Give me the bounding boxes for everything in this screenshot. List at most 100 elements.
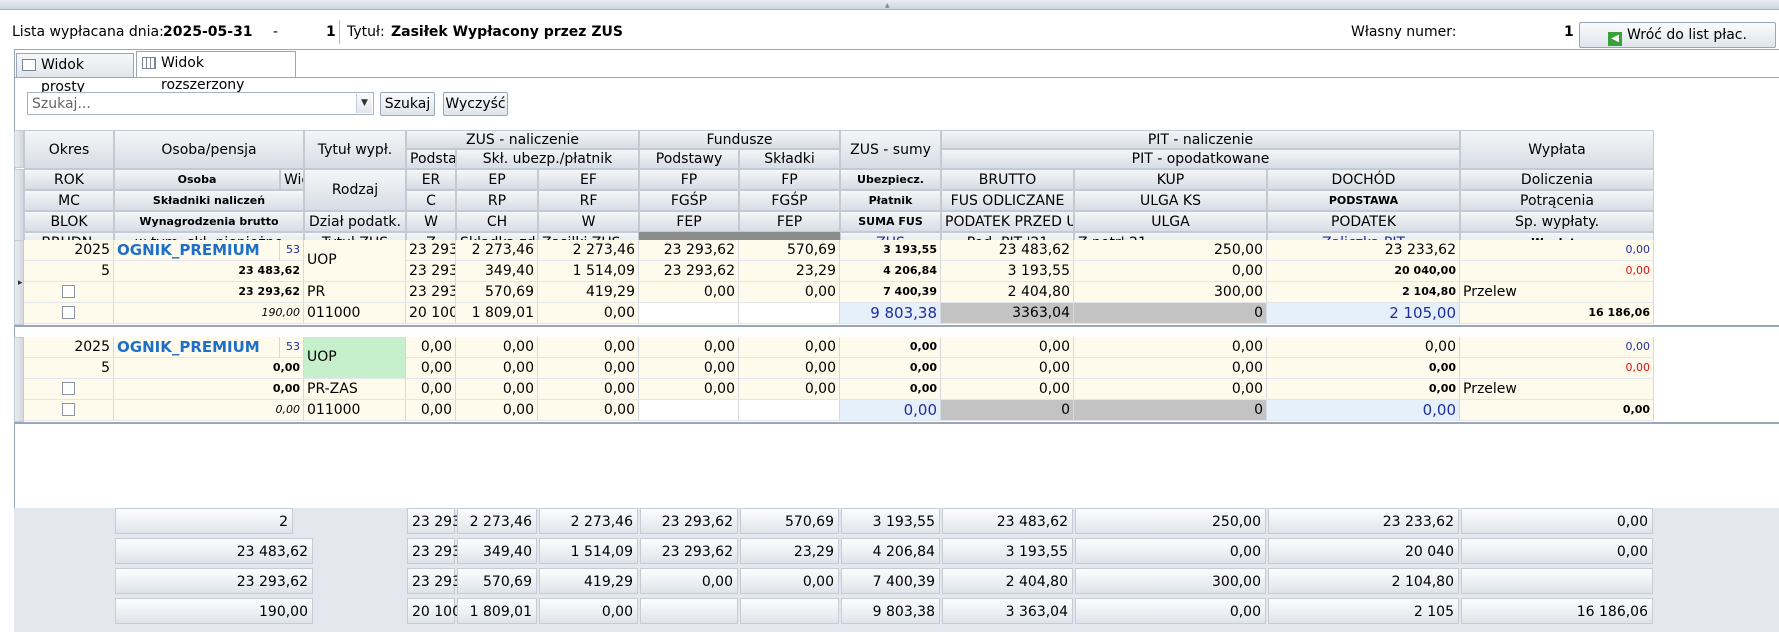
- col-wie[interactable]: Wie: [280, 169, 304, 190]
- col-wyplata[interactable]: Wypłata: [1460, 130, 1654, 169]
- col-okres[interactable]: Okres: [24, 130, 114, 169]
- value-cell: [739, 400, 840, 421]
- col-podstawy[interactable]: Podstawy: [406, 149, 456, 169]
- col-pit-naliczenie[interactable]: PIT - naliczenie: [941, 130, 1460, 149]
- col-ubezp[interactable]: Ubezpiecz.: [840, 169, 941, 190]
- person-number: 53: [280, 337, 304, 358]
- value-cell: 0,00: [1267, 400, 1460, 421]
- brudn-checkbox[interactable]: [24, 379, 114, 400]
- col-fep2[interactable]: FEP: [739, 211, 840, 232]
- col-osoba-pensja[interactable]: Osoba/pensja: [114, 130, 304, 169]
- value-cell: 0,00: [538, 379, 639, 400]
- brudn-checkbox[interactable]: [24, 282, 114, 303]
- brudn-checkbox[interactable]: [24, 400, 114, 421]
- col-tytul-wypl[interactable]: Tytuł wypł.: [304, 130, 406, 169]
- col-fp1[interactable]: FP: [639, 169, 739, 190]
- col-podstawa[interactable]: PODSTAWA: [1267, 190, 1460, 211]
- tab-extended-view[interactable]: Widok rozszerzony: [136, 51, 296, 93]
- col-w2[interactable]: W: [538, 211, 639, 232]
- col-kup[interactable]: KUP: [1074, 169, 1267, 190]
- total-value-cell: [740, 598, 839, 624]
- value-cell: 0,00: [739, 282, 840, 303]
- value-cell: 0,00: [639, 337, 739, 358]
- col-brutto[interactable]: BRUTTO: [941, 169, 1074, 190]
- col-dzial[interactable]: Dział podatk.: [304, 211, 406, 232]
- value-cell: 0,00: [840, 400, 941, 421]
- col-pit-opodatkowane[interactable]: PIT - opodatkowane: [941, 149, 1460, 169]
- col-ef[interactable]: EF: [538, 169, 639, 190]
- tab-simple-view[interactable]: Widok prosty: [16, 53, 134, 95]
- col-potracenia[interactable]: Potrącenia: [1460, 190, 1654, 211]
- col-ch[interactable]: CH: [456, 211, 538, 232]
- col-fep1[interactable]: FEP: [639, 211, 739, 232]
- total-value-cell: 1 809,01: [457, 598, 537, 624]
- value-cell: 3 193,55: [941, 261, 1074, 282]
- total-value-cell: 23 483,62: [942, 508, 1073, 534]
- col-fp2[interactable]: FP: [739, 169, 840, 190]
- col-ep[interactable]: EP: [456, 169, 538, 190]
- col-fundusze[interactable]: Fundusze: [639, 130, 840, 149]
- col-f-podstawy[interactable]: Podstawy: [639, 149, 739, 169]
- col-rok[interactable]: ROK: [24, 169, 114, 190]
- value-cell: 0,00: [1267, 358, 1460, 379]
- col-suma-fus[interactable]: SUMA FUS: [840, 211, 941, 232]
- value-cell: 0,00: [456, 358, 538, 379]
- search-input[interactable]: Szukaj... ▼: [27, 92, 374, 115]
- col-platnik[interactable]: Płatnik: [840, 190, 941, 211]
- col-skl-nal[interactable]: Składniki naliczeń: [114, 190, 304, 211]
- col-fgsp1[interactable]: FGŚP: [639, 190, 739, 211]
- value-cell: 2 104,80: [1267, 282, 1460, 303]
- back-to-lists-button[interactable]: ◀ Wróć do list płac.: [1579, 22, 1776, 48]
- value-cell: 0,00: [406, 400, 456, 421]
- col-rodzaj[interactable]: Rodzaj: [304, 169, 406, 211]
- value-cell: 0,00: [1074, 337, 1267, 358]
- chevron-down-icon[interactable]: ▼: [356, 94, 372, 113]
- total-value-cell: 23 293,62: [407, 508, 483, 534]
- col-sp-wyplaty[interactable]: Sp. wypłaty.: [1460, 211, 1654, 232]
- total-value-cell: 23 293,62: [640, 508, 738, 534]
- col-podatek-przed[interactable]: PODATEK PRZED ULGĄ: [941, 211, 1074, 232]
- brudn-checkbox[interactable]: [24, 303, 114, 324]
- person-name-link[interactable]: OGNIK_PREMIUM: [114, 337, 280, 358]
- col-zus-naliczenie[interactable]: ZUS - naliczenie: [406, 130, 639, 149]
- col-fus-odl[interactable]: FUS ODLICZANE: [941, 190, 1074, 211]
- col-ulga[interactable]: ULGA: [1074, 211, 1267, 232]
- person-name-link[interactable]: OGNIK_PREMIUM: [114, 240, 280, 261]
- col-rf[interactable]: RF: [538, 190, 639, 211]
- checkbox-icon[interactable]: [62, 382, 75, 395]
- total-label-cell: 2: [115, 508, 293, 534]
- clear-button[interactable]: Wyczyść: [443, 92, 508, 116]
- value-cell: 0,00: [1460, 261, 1654, 282]
- col-zus-sumy[interactable]: ZUS - sumy: [840, 130, 941, 169]
- col-skl-ubezp[interactable]: Skł. ubezp./płatnik: [456, 149, 639, 169]
- search-button[interactable]: Szukaj: [380, 92, 435, 116]
- value-cell: 9 803,38: [840, 303, 941, 324]
- col-c[interactable]: C: [406, 190, 456, 211]
- brutto-total: 23 483,62: [114, 261, 304, 282]
- checkbox-icon[interactable]: [62, 403, 75, 416]
- col-dochod[interactable]: DOCHÓD: [1267, 169, 1460, 190]
- checkbox-icon[interactable]: [62, 285, 75, 298]
- col-blok[interactable]: BLOK: [24, 211, 114, 232]
- row-indicator[interactable]: ▸: [14, 240, 24, 325]
- total-value-cell: 0,00: [640, 568, 738, 594]
- window-icon: [22, 59, 36, 71]
- col-f-skladki[interactable]: Składki: [739, 149, 840, 169]
- row-indicator[interactable]: [14, 337, 24, 422]
- col-fgsp2[interactable]: FGŚP: [739, 190, 840, 211]
- tytul-zus-value: 011000: [304, 400, 406, 421]
- col-ulga-ks[interactable]: ULGA KS: [1074, 190, 1267, 211]
- col-wyn-brutto[interactable]: Wynagrodzenia brutto: [114, 211, 304, 232]
- col-podatek[interactable]: PODATEK: [1267, 211, 1460, 232]
- rodzaj-value: UOP: [304, 240, 406, 282]
- col-doliczenia[interactable]: Doliczenia: [1460, 169, 1654, 190]
- col-er[interactable]: ER: [406, 169, 456, 190]
- back-arrow-icon: ◀: [1608, 32, 1623, 46]
- col-rp[interactable]: RP: [456, 190, 538, 211]
- checkbox-icon[interactable]: [62, 306, 75, 319]
- col-mc[interactable]: MC: [24, 190, 114, 211]
- total-label-cell: 190,00: [115, 598, 313, 624]
- col-w[interactable]: W: [406, 211, 456, 232]
- grip-icon[interactable]: ▲: [885, 2, 893, 9]
- col-osoba[interactable]: Osoba: [114, 169, 280, 190]
